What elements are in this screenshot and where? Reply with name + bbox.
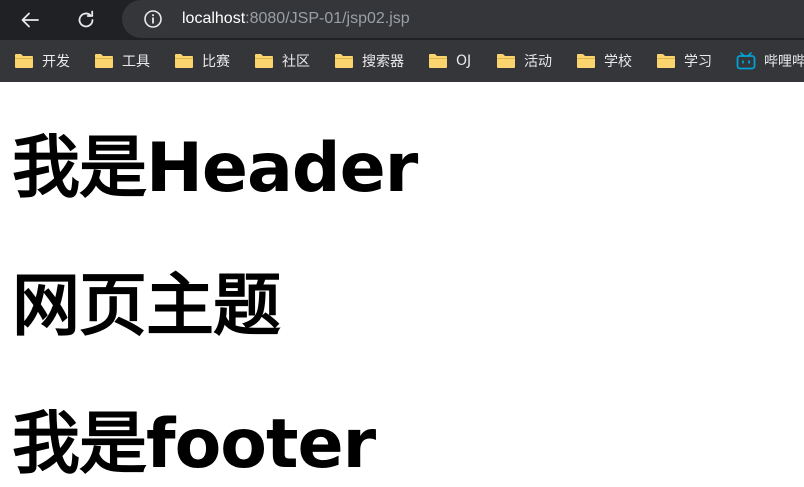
bookmark-folder-sousuoqi[interactable]: 搜索器 [334,40,404,82]
footer-heading: 我是footer [12,405,376,484]
folder-icon [429,54,447,68]
bookmark-label: 学习 [684,54,712,70]
bookmark-label: 学校 [604,54,632,70]
url-text[interactable]: localhost:8080/JSP-01/jsp02.jsp [182,0,410,38]
page-content: 我是Header 网页主题 我是footer [0,82,804,484]
browser-toolbar: localhost:8080/JSP-01/jsp02.jsp [0,0,804,40]
arrow-left-icon [21,12,39,28]
folder-icon [255,54,273,68]
bookmark-label: 活动 [524,54,552,70]
main-heading: 网页主题 [12,267,281,346]
folder-icon [335,54,353,68]
folder-icon [175,54,193,68]
bookmark-label: 工具 [122,54,150,70]
bookmark-folder-xuexiao[interactable]: 学校 [576,40,632,82]
reload-icon [78,10,94,28]
bookmark-folder-shequ[interactable]: 社区 [254,40,310,82]
address-bar[interactable]: localhost:8080/JSP-01/jsp02.jsp [122,0,804,38]
bookmark-label: OJ [456,53,472,69]
back-button[interactable] [10,0,50,40]
bilibili-icon [736,52,756,70]
bookmark-label: 哔哩哔哩 [764,54,804,70]
bookmarks-bar: 开发 工具 比赛 社区 搜索器 OJ 活动 学校 学习 哔哩哔哩 [0,40,804,82]
reload-button[interactable] [66,0,106,40]
bookmark-folder-bisai[interactable]: 比赛 [174,40,230,82]
folder-icon [577,54,595,68]
folder-icon [95,54,113,68]
info-icon[interactable] [142,8,164,30]
folder-icon [497,54,515,68]
bookmark-label: 开发 [42,54,70,70]
bookmark-folder-oj[interactable]: OJ [428,40,471,82]
bookmark-label: 社区 [282,54,310,70]
bookmark-folder-xuexi[interactable]: 学习 [656,40,712,82]
bookmark-bilibili[interactable]: 哔哩哔哩 [736,40,804,82]
url-host: localhost [182,10,246,27]
url-path: :8080/JSP-01/jsp02.jsp [245,10,410,27]
header-heading: 我是Header [12,129,418,208]
bookmark-folder-kaifa[interactable]: 开发 [14,40,70,82]
folder-icon [15,54,33,68]
bookmark-label: 比赛 [202,54,230,70]
folder-icon [657,54,675,68]
bookmark-label: 搜索器 [362,54,404,70]
bookmark-folder-gongju[interactable]: 工具 [94,40,150,82]
bookmark-folder-huodong[interactable]: 活动 [496,40,552,82]
